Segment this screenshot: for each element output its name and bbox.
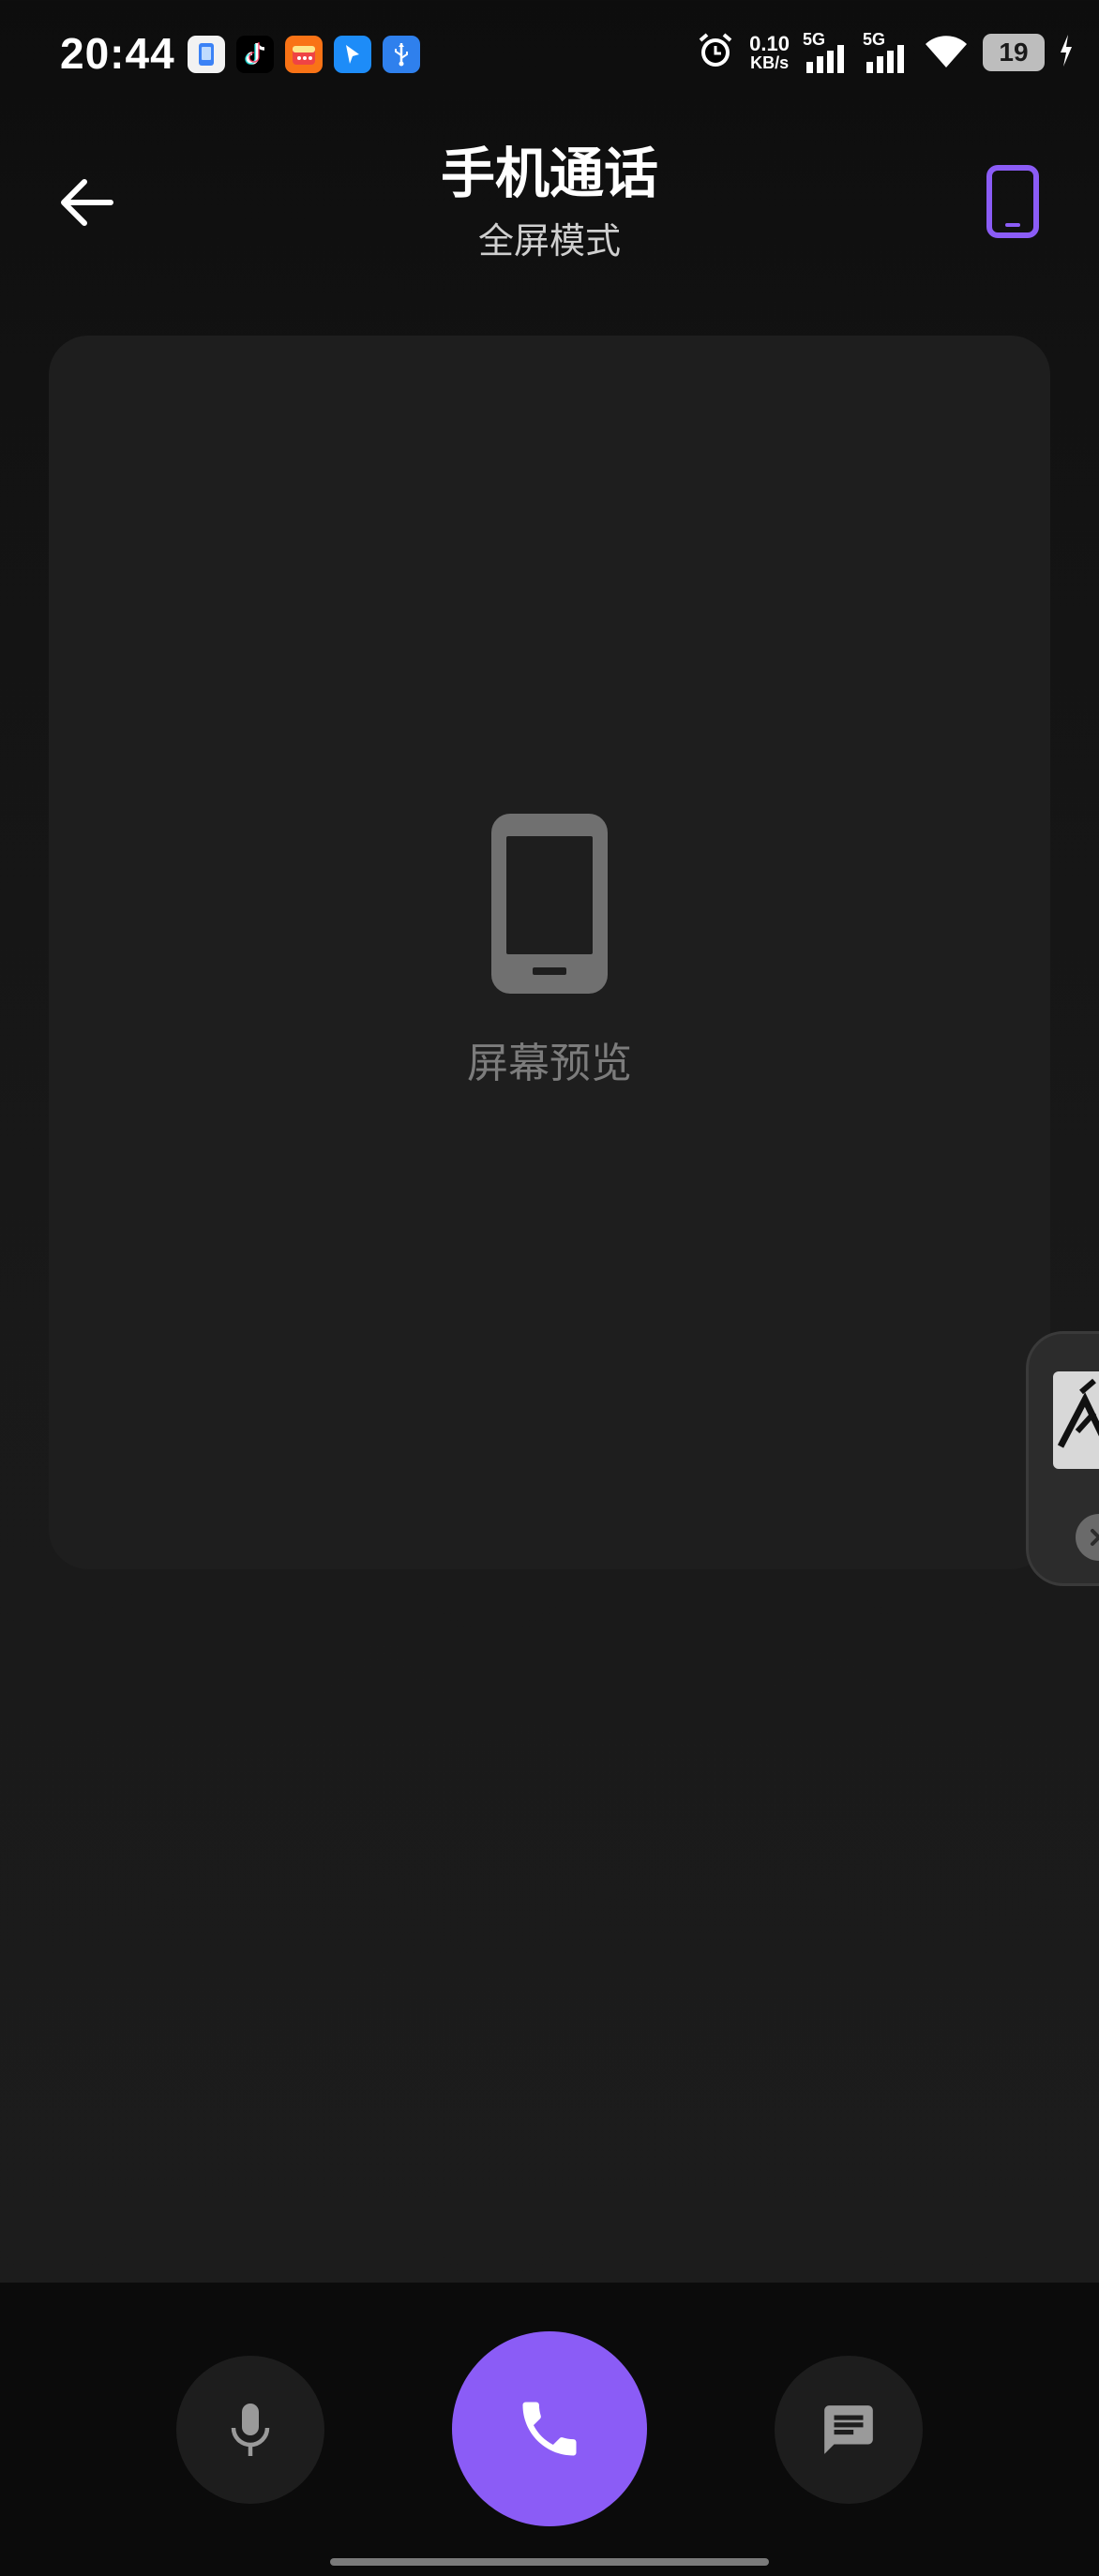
- network-speed-value: 0.10: [749, 32, 790, 55]
- notification-icons: [188, 36, 420, 73]
- app-thumbnail-icon: [1057, 1378, 1099, 1448]
- battery-level: 19: [999, 37, 1029, 67]
- phone-clone-app-icon: [188, 36, 225, 73]
- calendar-app-icon: [285, 36, 323, 73]
- tiktok-icon: [236, 36, 274, 73]
- preview-label: 屏幕预览: [467, 1040, 632, 1087]
- device-switch-button[interactable]: [986, 165, 1039, 238]
- alarm-icon: [695, 30, 736, 75]
- screen-preview-card: 屏幕预览: [49, 336, 1050, 1569]
- page-subtitle: 全屏模式: [477, 220, 621, 262]
- battery-indicator: 19: [983, 34, 1045, 71]
- charging-icon: [1058, 33, 1075, 72]
- signal-sim1: 5G: [803, 30, 850, 75]
- home-indicator[interactable]: [330, 2558, 769, 2566]
- message-icon: [824, 2405, 873, 2454]
- maps-app-icon: [334, 36, 371, 73]
- status-time: 20:44: [60, 29, 175, 78]
- network-speed: 0.10 KB/s: [749, 32, 790, 72]
- network-type-sim1: 5G: [803, 30, 826, 49]
- status-indicators: 0.10 KB/s 5G 5G 19: [695, 30, 1075, 75]
- microphone-icon: [231, 2404, 270, 2456]
- floating-window-bubble[interactable]: [1026, 1331, 1099, 1586]
- network-speed-unit: KB/s: [750, 53, 790, 72]
- phone-device-icon: [986, 165, 1039, 238]
- floating-app-thumbnail[interactable]: [1053, 1371, 1099, 1469]
- page-title: 手机通话: [440, 142, 658, 205]
- network-type-sim2: 5G: [863, 30, 886, 49]
- wifi-icon: [923, 32, 970, 73]
- floating-close-button[interactable]: [1076, 1514, 1099, 1561]
- signal-sim2: 5G: [863, 30, 910, 75]
- phone-call-icon: [522, 2402, 577, 2456]
- message-button[interactable]: [775, 2356, 923, 2504]
- usb-icon: [383, 36, 420, 73]
- phone-icon: [491, 814, 608, 994]
- call-button[interactable]: [452, 2331, 647, 2526]
- call-control-bar: [0, 2283, 1099, 2576]
- status-bar: 20:44 0.10 KB/s 5G 5G 19: [0, 0, 1099, 112]
- close-icon: [1091, 1529, 1099, 1546]
- microphone-button[interactable]: [176, 2356, 324, 2504]
